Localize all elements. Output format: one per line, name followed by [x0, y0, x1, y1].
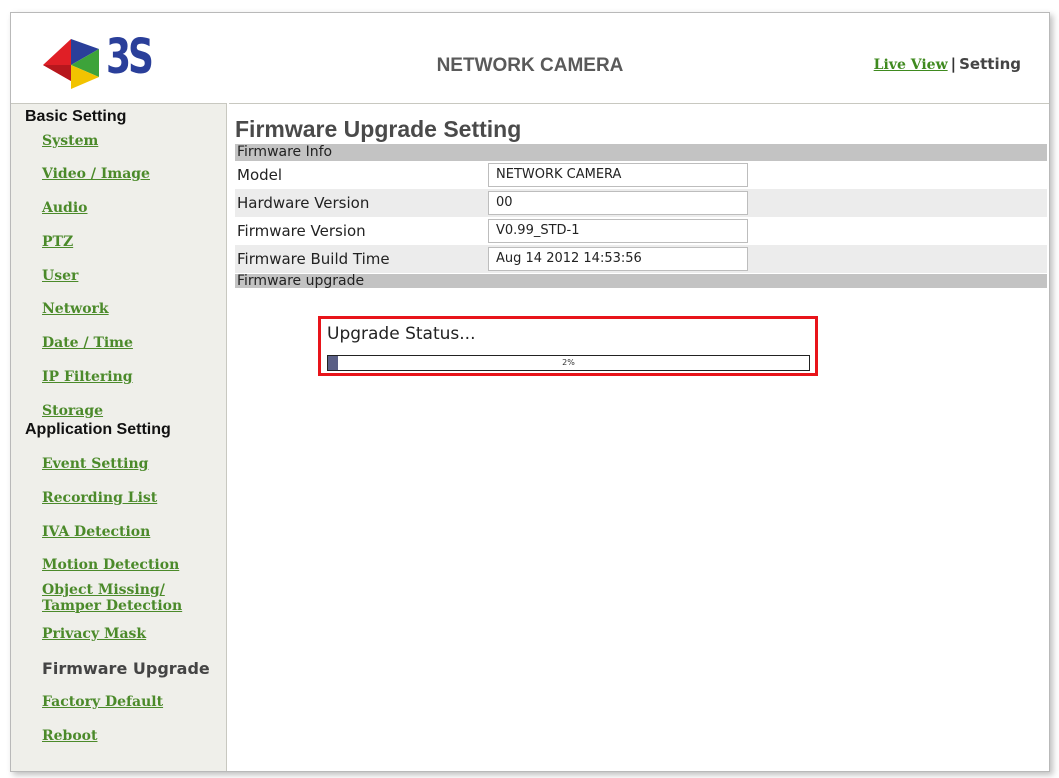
sidebar-item-factory-default[interactable]: Factory Default [42, 694, 163, 710]
field-row-firmware-version: Firmware Version V0.99_STD-1 [235, 217, 1047, 245]
browser-frame: 3S NETWORK CAMERA Live View | Setting Basi… [10, 12, 1050, 772]
sidebar-section-basic: Basic Setting [25, 108, 127, 125]
sidebar-item-storage[interactable]: Storage [42, 403, 103, 419]
sidebar-item-audio[interactable]: Audio [42, 200, 88, 216]
model-value: NETWORK CAMERA [488, 163, 748, 187]
sidebar-item-video-image[interactable]: Video / Image [42, 166, 150, 182]
sidebar-item-ip-filtering[interactable]: IP Filtering [42, 369, 133, 385]
firmware-version-value: V0.99_STD-1 [488, 219, 748, 243]
sidebar-section-application: Application Setting [25, 421, 171, 438]
sidebar-item-date-time[interactable]: Date / Time [42, 335, 133, 351]
progress-percent-text: 2% [562, 358, 575, 367]
sidebar-item-event-setting[interactable]: Event Setting [42, 456, 148, 472]
sidebar-item-network[interactable]: Network [42, 301, 109, 317]
sidebar-item-privacy-mask[interactable]: Privacy Mask [42, 626, 146, 642]
upgrade-status-label: Upgrade Status... [327, 324, 476, 344]
field-row-build-time: Firmware Build Time Aug 14 2012 14:53:56 [235, 245, 1047, 273]
upgrade-progress-bar: 2% [327, 355, 810, 371]
field-row-model: Model NETWORK CAMERA [235, 161, 1047, 189]
upgrade-status-panel: Upgrade Status... 2% [318, 316, 818, 376]
live-view-link[interactable]: Live View [874, 57, 948, 73]
top-nav: Live View | Setting [874, 55, 1021, 73]
hardware-version-value: 00 [488, 191, 748, 215]
sidebar-item-ptz[interactable]: PTZ [42, 234, 73, 250]
sidebar-item-reboot[interactable]: Reboot [42, 728, 97, 744]
sidebar-item-firmware-upgrade-current: Firmware Upgrade [42, 659, 210, 678]
sidebar: Basic Setting System Video / Image Audio… [11, 103, 227, 771]
build-time-label: Firmware Build Time [237, 250, 390, 268]
sidebar-item-recording-list[interactable]: Recording List [42, 490, 157, 506]
object-missing-line1: Object Missing/ [42, 582, 165, 598]
sidebar-item-system[interactable]: System [42, 133, 98, 149]
firmware-upgrade-section: Firmware upgrade [235, 274, 1047, 288]
sidebar-item-iva-detection[interactable]: IVA Detection [42, 524, 150, 540]
build-time-value: Aug 14 2012 14:53:56 [488, 247, 748, 271]
sidebar-item-motion-detection[interactable]: Motion Detection [42, 557, 179, 573]
header: 3S NETWORK CAMERA Live View | Setting [11, 13, 1049, 101]
firmware-version-label: Firmware Version [237, 222, 366, 240]
field-row-hardware-version: Hardware Version 00 [235, 189, 1047, 217]
model-label: Model [237, 166, 283, 184]
main-content: Firmware Upgrade Setting Firmware Info M… [229, 103, 1049, 771]
object-missing-line2: Tamper Detection [42, 598, 183, 614]
setting-link-current: Setting [959, 55, 1021, 73]
sidebar-item-user[interactable]: User [42, 268, 78, 284]
nav-separator: | [950, 55, 957, 73]
sidebar-item-object-missing[interactable]: Object Missing/Tamper Detection [42, 582, 182, 614]
hardware-version-label: Hardware Version [237, 194, 370, 212]
page-title: Firmware Upgrade Setting [235, 116, 522, 142]
firmware-info-section: Firmware Info [235, 144, 1047, 161]
